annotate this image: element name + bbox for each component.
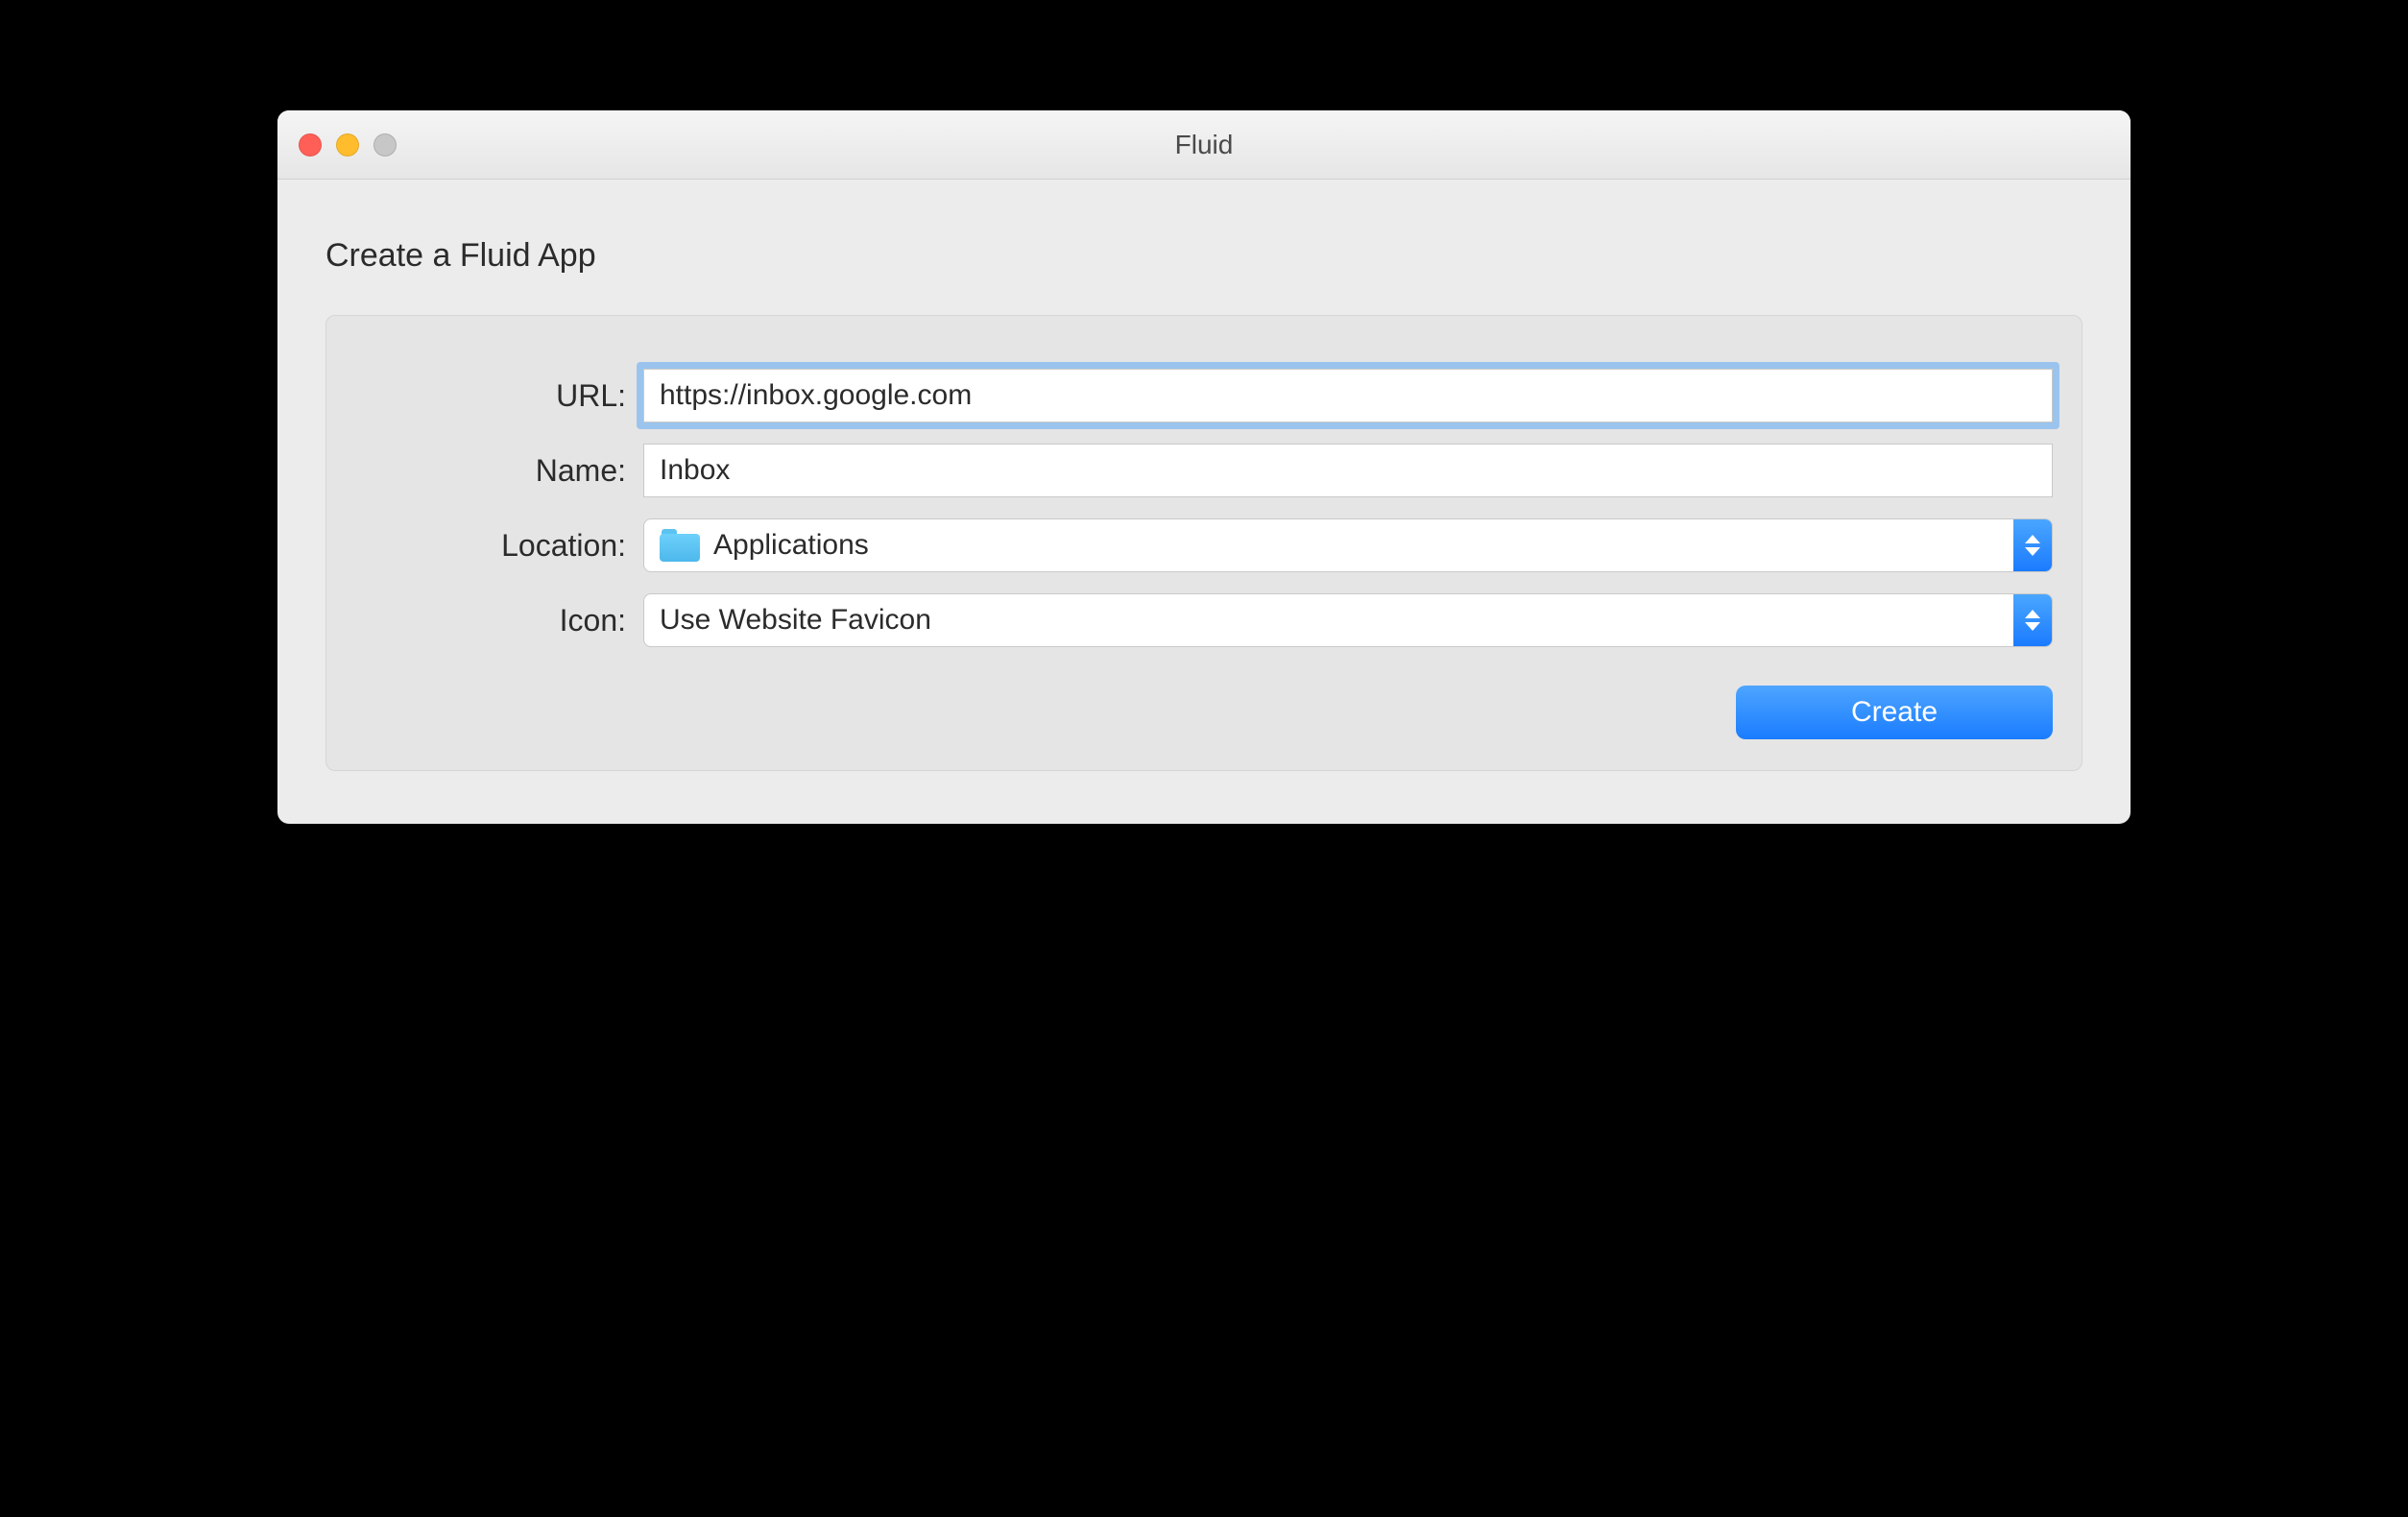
name-label: Name: (355, 453, 643, 489)
url-input[interactable] (643, 369, 2053, 422)
name-input[interactable] (643, 444, 2053, 497)
icon-label: Icon: (355, 603, 643, 638)
titlebar[interactable]: Fluid (277, 110, 2131, 180)
url-row: URL: (355, 369, 2053, 422)
create-button[interactable]: Create (1736, 686, 2053, 739)
form-panel: URL: Name: Location: Ap (325, 315, 2083, 771)
chevron-down-icon (2025, 547, 2040, 556)
name-field-wrap (643, 444, 2053, 497)
minimize-window-button[interactable] (336, 133, 359, 157)
window-content: Create a Fluid App URL: Name: Location: (277, 180, 2131, 824)
icon-select[interactable]: Use Website Favicon (643, 593, 2053, 647)
chevron-up-icon (2025, 610, 2040, 618)
app-window: Fluid Create a Fluid App URL: Name: Loca… (277, 110, 2131, 824)
location-row: Location: Applications (355, 518, 2053, 572)
window-title: Fluid (277, 130, 2131, 160)
page-heading: Create a Fluid App (325, 237, 2083, 275)
select-stepper-icon (2013, 594, 2052, 646)
url-field-wrap (643, 369, 2053, 422)
icon-field-wrap: Use Website Favicon (643, 593, 2053, 647)
icon-select-text: Use Website Favicon (660, 604, 931, 637)
url-label: URL: (355, 378, 643, 414)
select-stepper-icon (2013, 519, 2052, 571)
traffic-lights (299, 133, 397, 157)
icon-row: Icon: Use Website Favicon (355, 593, 2053, 647)
button-row: Create (355, 686, 2053, 739)
location-select[interactable]: Applications (643, 518, 2053, 572)
location-field-wrap: Applications (643, 518, 2053, 572)
close-window-button[interactable] (299, 133, 322, 157)
location-select-value: Applications (644, 529, 869, 562)
folder-icon (660, 529, 700, 562)
location-label: Location: (355, 528, 643, 564)
name-row: Name: (355, 444, 2053, 497)
maximize-window-button[interactable] (373, 133, 397, 157)
icon-select-value: Use Website Favicon (644, 604, 931, 637)
chevron-up-icon (2025, 535, 2040, 543)
chevron-down-icon (2025, 622, 2040, 631)
location-select-text: Applications (713, 529, 869, 562)
